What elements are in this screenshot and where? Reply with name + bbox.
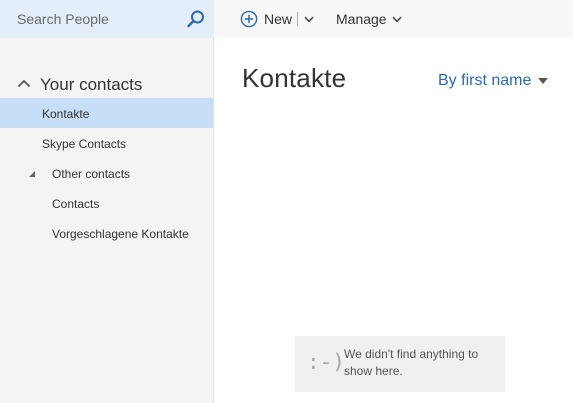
search-box	[0, 0, 214, 38]
new-button[interactable]: New	[240, 0, 314, 38]
manage-button[interactable]: Manage	[336, 0, 402, 38]
caret-down-icon	[538, 78, 549, 84]
contacts-nav: Your contacts Kontakte Skype Contacts Ot…	[0, 68, 213, 248]
sort-dropdown[interactable]: By first name	[438, 72, 549, 90]
sidebar-item-label: Vorgeschlagene Kontakte	[52, 227, 189, 241]
main-pane: Kontakte By first name :-) We didn't fin…	[215, 38, 573, 403]
section-title: Your contacts	[40, 75, 143, 94]
search-icon[interactable]	[186, 9, 206, 29]
sidebar-item-label: Kontakte	[42, 107, 90, 121]
sidebar-item-label: Skype Contacts	[42, 137, 127, 151]
command-bar: New Manage	[214, 0, 573, 38]
page-title: Kontakte	[242, 63, 347, 93]
chevron-down-icon[interactable]	[304, 16, 314, 23]
empty-message: We didn't find anything to show here.	[344, 347, 479, 378]
expand-triangle-icon[interactable]	[28, 170, 36, 178]
sidebar-item-other-contacts[interactable]: Other contacts	[0, 158, 213, 188]
split-divider	[297, 12, 299, 26]
sidebar-item-label: Contacts	[52, 197, 100, 211]
empty-state: :-) We didn't find anything to show here…	[295, 336, 505, 392]
chevron-up-icon[interactable]	[17, 78, 31, 88]
sidebar-item-vorgeschlagene-kontakte[interactable]: Vorgeschlagene Kontakte	[0, 218, 213, 248]
sidebar-item-label: Other contacts	[52, 167, 131, 181]
sidebar-item-kontakte[interactable]: Kontakte	[0, 98, 213, 128]
search-input[interactable]	[0, 0, 180, 38]
plus-circle-icon	[240, 10, 258, 28]
chevron-down-icon	[392, 16, 402, 23]
sidebar-item-contacts[interactable]: Contacts	[0, 188, 213, 218]
sidebar: Your contacts Kontakte Skype Contacts Ot…	[0, 0, 214, 403]
new-button-label: New	[264, 11, 293, 27]
sort-label: By first name	[438, 72, 532, 89]
manage-button-label: Manage	[336, 11, 387, 27]
your-contacts-header[interactable]: Your contacts	[0, 68, 213, 98]
sidebar-item-skype-contacts[interactable]: Skype Contacts	[0, 128, 213, 158]
people-app: Your contacts Kontakte Skype Contacts Ot…	[0, 0, 573, 403]
empty-face-icon: :-)	[307, 350, 345, 374]
